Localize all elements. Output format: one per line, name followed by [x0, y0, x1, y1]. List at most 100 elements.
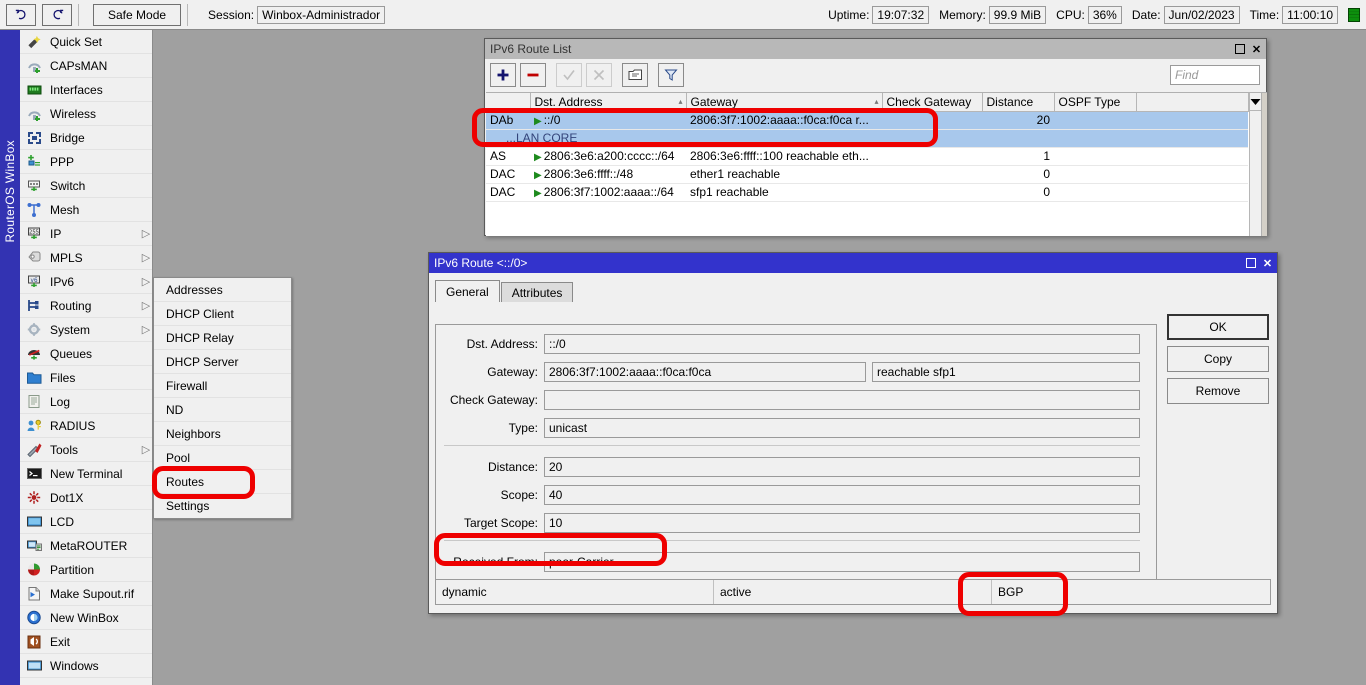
- route-comment-row[interactable]: ...LAN CORE: [486, 129, 1248, 147]
- redo-button[interactable]: [42, 4, 72, 26]
- route-arrow-icon: ▶: [534, 152, 542, 163]
- received-from-field[interactable]: peer-Carrier: [544, 552, 1140, 572]
- interfaces-icon: [26, 82, 43, 97]
- sidebar-item-system[interactable]: System▷: [20, 318, 152, 342]
- sidebar-item-bridge[interactable]: Bridge▷: [20, 126, 152, 150]
- distance-field[interactable]: 20: [544, 457, 1140, 477]
- ip-icon: 255: [26, 226, 43, 241]
- column-header-distance[interactable]: Distance: [982, 93, 1054, 111]
- undo-button[interactable]: [6, 4, 36, 26]
- comment-route-button[interactable]: [622, 63, 648, 87]
- sidebar-item-quick-set[interactable]: Quick Set▷: [20, 30, 152, 54]
- enable-route-button[interactable]: [556, 63, 582, 87]
- sidebar-item-ip[interactable]: 255IP▷: [20, 222, 152, 246]
- column-header-blank-6[interactable]: [1136, 93, 1248, 111]
- route-list-titlebar[interactable]: IPv6 Route List ✕: [485, 39, 1266, 59]
- sidebar-item-queues[interactable]: Queues▷: [20, 342, 152, 366]
- filter-button[interactable]: [658, 63, 684, 87]
- sidebar-item-dot1x[interactable]: Dot1X▷: [20, 486, 152, 510]
- table-row[interactable]: DAC▶2806:3e6:ffff::/48ether1 reachable0: [486, 165, 1248, 183]
- session-value[interactable]: Winbox-Administrador: [257, 6, 385, 24]
- copy-button[interactable]: Copy: [1167, 346, 1269, 372]
- sidebar-item-log[interactable]: Log▷: [20, 390, 152, 414]
- sidebar-item-label: LCD: [50, 515, 140, 529]
- table-row[interactable]: AS▶2806:3e6:a200:cccc::/642806:3e6:ffff:…: [486, 147, 1248, 165]
- form-divider-2: [444, 540, 1140, 541]
- check-gateway-field[interactable]: [544, 390, 1140, 410]
- sidebar-item-switch[interactable]: Switch▷: [20, 174, 152, 198]
- close-button[interactable]: ✕: [1249, 42, 1264, 57]
- dst-address-field[interactable]: ::/0: [544, 334, 1140, 354]
- ipv6-submenu-item-dhcp-relay[interactable]: DHCP Relay: [154, 326, 291, 350]
- sidebar-item-make-supout-rif[interactable]: Make Supout.rif▷: [20, 582, 152, 606]
- route-dialog-body: GeneralAttributes Dst. Address: ::/0 Gat…: [429, 274, 1277, 613]
- safe-mode-button[interactable]: Safe Mode: [93, 4, 181, 26]
- add-route-button[interactable]: [490, 63, 516, 87]
- route-dialog-title: IPv6 Route <::/0>: [434, 256, 527, 270]
- sidebar-item-interfaces[interactable]: Interfaces▷: [20, 78, 152, 102]
- ipv6-submenu-item-addresses[interactable]: Addresses: [154, 278, 291, 302]
- table-row[interactable]: DAb▶::/02806:3f7:1002:aaaa::f0ca:f0ca r.…: [486, 111, 1248, 129]
- ipv6-submenu-item-firewall[interactable]: Firewall: [154, 374, 291, 398]
- ok-button[interactable]: OK: [1167, 314, 1269, 340]
- svg-text:255: 255: [29, 230, 39, 236]
- remove-button[interactable]: Remove: [1167, 378, 1269, 404]
- route-list-scrollbar[interactable]: [1261, 93, 1268, 236]
- dialog-maximize-button[interactable]: [1243, 256, 1258, 271]
- ipv6-submenu-item-pool[interactable]: Pool: [154, 446, 291, 470]
- sidebar-item-files[interactable]: Files▷: [20, 366, 152, 390]
- type-field[interactable]: unicast: [544, 418, 1140, 438]
- ipv6-submenu-item-nd[interactable]: ND: [154, 398, 291, 422]
- sidebar-item-ppp[interactable]: PPP▷: [20, 150, 152, 174]
- ipv6-submenu-item-settings[interactable]: Settings: [154, 494, 291, 518]
- route-distance: 0: [982, 183, 1054, 201]
- sidebar-item-metarouter[interactable]: MetaROUTER▷: [20, 534, 152, 558]
- table-row[interactable]: DAC▶2806:3f7:1002:aaaa::/64sfp1 reachabl…: [486, 183, 1248, 201]
- sidebar-item-ipv6[interactable]: v6IPv6▷: [20, 270, 152, 294]
- ipv6-icon: v6: [24, 273, 44, 291]
- gateway-field[interactable]: 2806:3f7:1002:aaaa::f0ca:f0ca: [544, 362, 866, 382]
- target-scope-field[interactable]: 10: [544, 513, 1140, 533]
- tab-general[interactable]: General: [435, 280, 500, 302]
- route-dialog-titlebar[interactable]: IPv6 Route <::/0> ✕: [429, 253, 1277, 273]
- lcd-icon: [24, 513, 44, 531]
- sidebar-item-routing[interactable]: Routing▷: [20, 294, 152, 318]
- column-header-check-gateway[interactable]: Check Gateway: [882, 93, 982, 111]
- disable-route-button[interactable]: [586, 63, 612, 87]
- sidebar-item-new-winbox[interactable]: New WinBox▷: [20, 606, 152, 630]
- sidebar-item-exit[interactable]: Exit▷: [20, 630, 152, 654]
- route-check-gateway: [882, 183, 982, 201]
- scope-field[interactable]: 40: [544, 485, 1140, 505]
- sidebar-item-mesh[interactable]: Mesh▷: [20, 198, 152, 222]
- ipv6-submenu-item-dhcp-client[interactable]: DHCP Client: [154, 302, 291, 326]
- sidebar-item-partition[interactable]: Partition▷: [20, 558, 152, 582]
- tab-attributes[interactable]: Attributes: [501, 282, 574, 302]
- find-input[interactable]: Find: [1170, 65, 1260, 85]
- ipv6-submenu-item-neighbors[interactable]: Neighbors: [154, 422, 291, 446]
- column-header-ospf-type[interactable]: OSPF Type: [1054, 93, 1136, 111]
- sidebar-item-lcd[interactable]: LCD▷: [20, 510, 152, 534]
- route-table: Dst. Address▴Gateway▴Check GatewayDistan…: [486, 93, 1249, 202]
- column-header-blank-0[interactable]: [486, 93, 530, 111]
- exit-icon: [26, 634, 43, 649]
- ipv6-submenu-item-dhcp-server[interactable]: DHCP Server: [154, 350, 291, 374]
- column-header-gateway[interactable]: Gateway▴: [686, 93, 882, 111]
- memory-value: 99.9 MiB: [989, 6, 1046, 24]
- column-header-dst-address[interactable]: Dst. Address▴: [530, 93, 686, 111]
- remove-route-button[interactable]: [520, 63, 546, 87]
- maximize-button[interactable]: [1232, 42, 1247, 57]
- sidebar-item-mpls[interactable]: MPLS▷: [20, 246, 152, 270]
- sidebar-item-new-terminal[interactable]: New Terminal▷: [20, 462, 152, 486]
- sidebar-item-windows[interactable]: Windows▷: [20, 654, 152, 678]
- dialog-close-button[interactable]: ✕: [1260, 256, 1275, 271]
- sidebar-item-capsman[interactable]: CAPsMAN▷: [20, 54, 152, 78]
- sidebar-item-tools[interactable]: Tools▷: [20, 438, 152, 462]
- sidebar-item-radius[interactable]: RADIUS▷: [20, 414, 152, 438]
- ipv6-submenu-item-routes[interactable]: Routes: [154, 470, 291, 494]
- column-header-label: Dst. Address: [535, 95, 603, 109]
- sidebar-item-wireless[interactable]: Wireless▷: [20, 102, 152, 126]
- routeros-brand-strip: RouterOS WinBox: [0, 30, 20, 685]
- status-active: active: [714, 580, 992, 604]
- supout-icon: [24, 585, 44, 603]
- column-chooser-button[interactable]: [1250, 93, 1261, 111]
